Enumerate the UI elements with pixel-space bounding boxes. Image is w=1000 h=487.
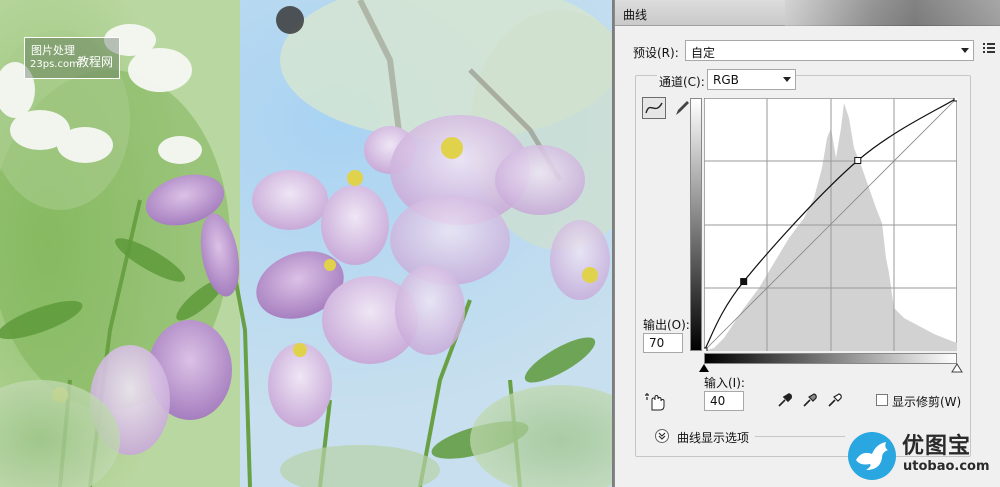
eyedropper-black-icon[interactable] bbox=[776, 391, 794, 409]
output-label: 输出(O): bbox=[643, 318, 690, 332]
input-field[interactable]: 40 bbox=[704, 391, 744, 411]
eyedropper-gray-icon[interactable] bbox=[801, 391, 819, 409]
show-clipping-label: 显示修剪(W) bbox=[892, 395, 962, 409]
show-clipping-checkbox[interactable] bbox=[876, 394, 888, 406]
channel-dropdown[interactable]: RGB bbox=[707, 69, 796, 90]
curve-graph[interactable] bbox=[704, 98, 957, 351]
photo-canvas: 图片处理 教程网 23ps.com bbox=[0, 0, 612, 487]
watermark-text-1: 图片处理 bbox=[31, 44, 75, 57]
curve-display-options-label: 曲线显示选项 bbox=[677, 431, 750, 445]
watermark-text-2: 23ps.com bbox=[30, 59, 79, 70]
black-point-slider-icon[interactable] bbox=[698, 363, 710, 373]
list-menu-icon[interactable] bbox=[983, 42, 995, 54]
curve-control-point[interactable] bbox=[740, 278, 748, 286]
curve-control-point[interactable] bbox=[704, 347, 708, 351]
divider bbox=[755, 436, 845, 437]
bird-logo-icon bbox=[848, 432, 896, 480]
white-point-slider-icon[interactable] bbox=[951, 363, 963, 373]
eyedropper-white-icon[interactable] bbox=[826, 391, 844, 409]
logo-name: 优图宝 bbox=[902, 434, 972, 459]
chevron-down-icon bbox=[961, 48, 969, 53]
preset-label: 预设(R): bbox=[633, 46, 679, 60]
curve-control-point[interactable] bbox=[854, 157, 862, 165]
channel-value: RGB bbox=[713, 73, 739, 87]
watermark-text-3: 教程网 bbox=[77, 55, 114, 69]
curve-control-point[interactable] bbox=[953, 98, 957, 102]
output-value: 70 bbox=[649, 336, 665, 350]
channel-label: 通道(C): bbox=[657, 73, 707, 90]
chevron-down-icon bbox=[783, 77, 791, 82]
watermark: 图片处理 教程网 23ps.com bbox=[24, 37, 120, 79]
expand-icon[interactable] bbox=[655, 429, 669, 443]
preset-dropdown[interactable]: 自定 bbox=[685, 40, 974, 61]
target-adjust-hand-icon[interactable] bbox=[644, 392, 666, 412]
output-gradient-bar bbox=[690, 98, 702, 351]
preset-value: 自定 bbox=[691, 46, 716, 60]
curve-tool-button[interactable] bbox=[642, 97, 666, 119]
dialog-title: 曲线 bbox=[623, 8, 648, 22]
input-gradient-bar bbox=[704, 353, 957, 364]
output-field[interactable]: 70 bbox=[643, 333, 683, 353]
curve-tool-icon bbox=[645, 102, 663, 114]
logo-url: utobao.com bbox=[903, 459, 990, 474]
dialog-titlebar[interactable]: 曲线 bbox=[615, 0, 1000, 26]
input-value: 40 bbox=[710, 394, 726, 408]
input-label: 输入(I): bbox=[704, 376, 745, 390]
